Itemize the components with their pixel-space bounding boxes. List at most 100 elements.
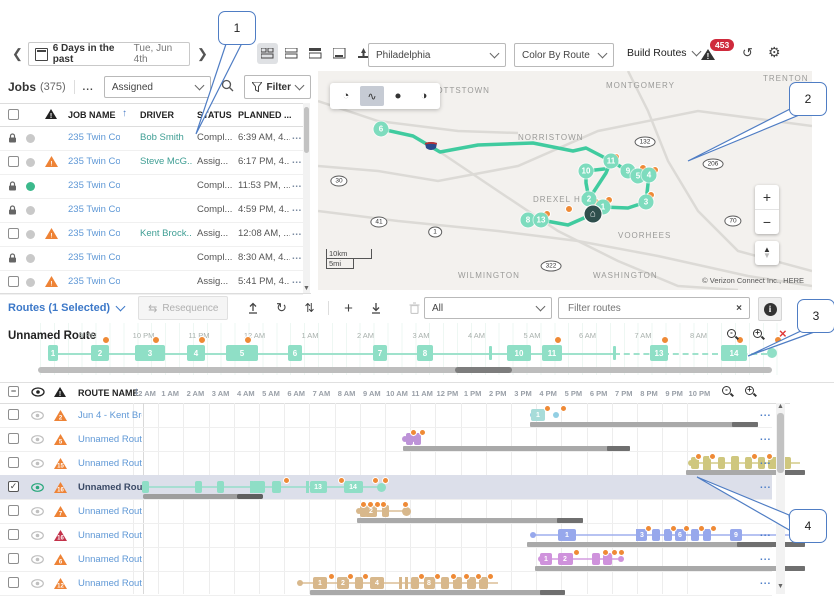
job-name-link[interactable]: 235 Twin Coun...	[68, 252, 120, 263]
strip-scrollbar[interactable]	[38, 367, 772, 373]
resequence-button[interactable]: ⇆Resequence	[138, 296, 228, 320]
stop-block[interactable]: 8	[424, 577, 435, 589]
job-name-link[interactable]: 235 Twin Coun...	[68, 228, 120, 239]
job-name-link[interactable]: 235 Twin Coun...	[68, 180, 120, 191]
col-route-name[interactable]: ROUTE NAME	[78, 388, 139, 398]
row-checkbox[interactable]	[8, 433, 19, 444]
route-name-link[interactable]: Unnamed Route	[78, 458, 142, 469]
visibility-eye-icon[interactable]	[31, 483, 44, 495]
gantt-row[interactable]: 16Unnamed Route1369...	[0, 523, 772, 548]
jobs-scrollbar[interactable]: ▼	[303, 103, 310, 293]
map-stop-marker[interactable]: 4	[642, 168, 657, 183]
stop-block[interactable]	[355, 577, 363, 589]
stop-block[interactable]: 2	[558, 553, 573, 565]
visibility-eye-icon[interactable]	[31, 435, 44, 447]
map-stop-marker[interactable]: 10	[579, 164, 594, 179]
table-row[interactable]: !235 Twin Coun...Kent Brock...Assig...12…	[0, 222, 303, 247]
stop-block[interactable]: 1	[558, 529, 576, 541]
row-checkbox[interactable]	[8, 228, 19, 239]
view-rows-button[interactable]	[281, 43, 302, 64]
row-menu[interactable]: ...	[292, 227, 302, 238]
strip-stop-block[interactable]: 7	[373, 345, 387, 361]
row-menu[interactable]: ...	[760, 432, 771, 443]
clear-filter-icon[interactable]: ×	[736, 303, 742, 314]
strip-stop-block[interactable]: 2	[91, 345, 109, 361]
route-name-link[interactable]: Unnamed Route	[78, 530, 142, 541]
gantt-row[interactable]: 5Unnamed Route...	[0, 427, 772, 452]
strip-stop-block[interactable]: 4	[187, 345, 205, 361]
jobs-overflow-menu[interactable]: ...	[82, 82, 93, 93]
map-stop-marker[interactable]: 6	[374, 122, 389, 137]
stop-block[interactable]	[718, 457, 725, 469]
gantt-row[interactable]: ✓16Unnamed Route1314...	[0, 475, 772, 500]
map-home-marker[interactable]: ⌂	[584, 205, 603, 224]
row-checkbox[interactable]: ✓	[8, 481, 19, 492]
stop-block[interactable]: 13	[310, 481, 327, 493]
stop-block[interactable]: 1	[540, 553, 552, 565]
routes-filter-input[interactable]	[566, 302, 720, 315]
job-name-link[interactable]: 235 Twin Coun...	[68, 132, 120, 143]
gantt-select-all-checkbox[interactable]: −	[8, 386, 19, 397]
row-menu[interactable]: ...	[292, 179, 302, 190]
stop-block[interactable]	[691, 529, 699, 541]
stop-block[interactable]	[252, 481, 265, 493]
route-name-link[interactable]: Unnamed Route	[78, 482, 142, 493]
map-stop-marker[interactable]: 3	[639, 195, 654, 210]
chevron-down-icon[interactable]	[116, 302, 126, 312]
map-panel[interactable]: POTTSTOWNMONTGOMERYTRENTONNORRISTOWNDREX…	[318, 71, 812, 290]
row-menu[interactable]: ...	[292, 203, 302, 214]
delete-route-icon[interactable]	[403, 298, 425, 318]
strip-stop-block[interactable]: 10	[507, 345, 531, 361]
job-name-link[interactable]: 235 Twin Coun...	[68, 276, 120, 287]
table-row[interactable]: 235 Twin Coun...Compl...11:53 PM, ......	[0, 174, 303, 199]
strip-close-icon[interactable]: ×	[779, 326, 787, 341]
row-checkbox[interactable]	[8, 505, 19, 516]
row-checkbox[interactable]	[8, 553, 19, 564]
stop-block[interactable]	[272, 481, 281, 493]
gantt-scrollbar[interactable]: ▲ ▼	[776, 403, 785, 594]
sort-asc-icon[interactable]: ↑	[122, 108, 127, 119]
map-contrast-icon[interactable]: ◑	[412, 86, 436, 106]
driver-link[interactable]: Steve McG...	[140, 156, 192, 167]
route-name-link[interactable]: Unnamed Route	[78, 506, 142, 517]
zoom-in-button[interactable]: +	[755, 185, 779, 209]
history-icon[interactable]: ↺	[742, 45, 753, 61]
row-menu[interactable]: ...	[760, 576, 771, 587]
row-checkbox[interactable]	[8, 276, 19, 287]
strip-stop-block[interactable]: 6	[288, 345, 302, 361]
date-prev-button[interactable]: ❮	[12, 46, 23, 62]
stop-block[interactable]: 14	[344, 481, 363, 493]
stop-block[interactable]: 1	[531, 409, 545, 421]
visibility-eye-icon[interactable]	[31, 411, 44, 423]
reorder-icon[interactable]: ⇅	[298, 298, 320, 318]
route-name-link[interactable]: Unnamed Route	[78, 578, 142, 589]
job-name-link[interactable]: 235 Twin Coun...	[68, 204, 120, 215]
gantt-row[interactable]: 15Unnamed Route...	[0, 451, 772, 476]
row-menu[interactable]: ...	[760, 528, 771, 539]
stop-block[interactable]: 4	[370, 577, 384, 589]
job-name-link[interactable]: 235 Twin Coun...	[68, 156, 120, 167]
driver-link[interactable]: Bob Smith	[140, 132, 192, 143]
routes-filter-field[interactable]: ×	[558, 297, 750, 319]
map-stop-marker[interactable]: 13	[534, 213, 549, 228]
map-markers-icon[interactable]: ⚫︎	[386, 86, 410, 106]
info-button[interactable]: i	[758, 297, 782, 321]
stop-block[interactable]	[652, 529, 660, 541]
gantt-row[interactable]: 12Unnamed Route1248...	[0, 571, 772, 596]
row-checkbox[interactable]	[8, 156, 19, 167]
map-routes-icon[interactable]: ∿	[360, 86, 384, 106]
row-menu[interactable]: ...	[760, 408, 771, 419]
row-checkbox[interactable]	[8, 457, 19, 468]
gantt-row[interactable]: 2Jun 4 - Kent Broc...1...	[0, 403, 772, 428]
search-icon[interactable]	[221, 79, 234, 95]
visibility-eye-icon[interactable]	[31, 579, 44, 591]
table-row[interactable]: 235 Twin Coun...Compl...8:30 AM, 4......	[0, 246, 303, 271]
strip-stop-block[interactable]: 1	[48, 345, 58, 361]
table-row[interactable]: !235 Twin Coun...Steve McG...Assig...6:1…	[0, 150, 303, 175]
view-cards-button[interactable]	[257, 43, 278, 64]
strip-stop-block[interactable]: 5	[226, 345, 258, 361]
row-checkbox[interactable]	[8, 409, 19, 420]
strip-stop-block[interactable]: 3	[135, 345, 165, 361]
visibility-eye-icon[interactable]	[31, 531, 44, 543]
region-select[interactable]: Philadelphia	[368, 43, 506, 67]
